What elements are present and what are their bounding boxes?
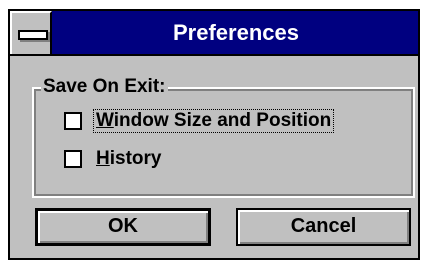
ok-button[interactable]: OK — [35, 208, 211, 246]
checkbox-box[interactable] — [64, 150, 82, 168]
cancel-button[interactable]: Cancel — [236, 208, 411, 246]
system-menu-icon — [18, 30, 48, 40]
preferences-dialog: Preferences Save On Exit: Window Size an… — [8, 9, 420, 260]
checkbox-box[interactable] — [64, 112, 82, 130]
group-legend: Save On Exit: — [41, 76, 168, 98]
checkbox-label: History — [96, 148, 162, 169]
window-title: Preferences — [173, 20, 299, 45]
checkbox-window-size-position[interactable]: Window Size and Position — [64, 108, 335, 134]
title-bar[interactable]: Preferences — [10, 11, 418, 56]
checkbox-history[interactable]: History — [64, 146, 163, 172]
checkbox-label: Window Size and Position — [92, 109, 335, 133]
save-on-exit-group — [32, 87, 415, 198]
system-menu-button[interactable] — [10, 11, 52, 54]
